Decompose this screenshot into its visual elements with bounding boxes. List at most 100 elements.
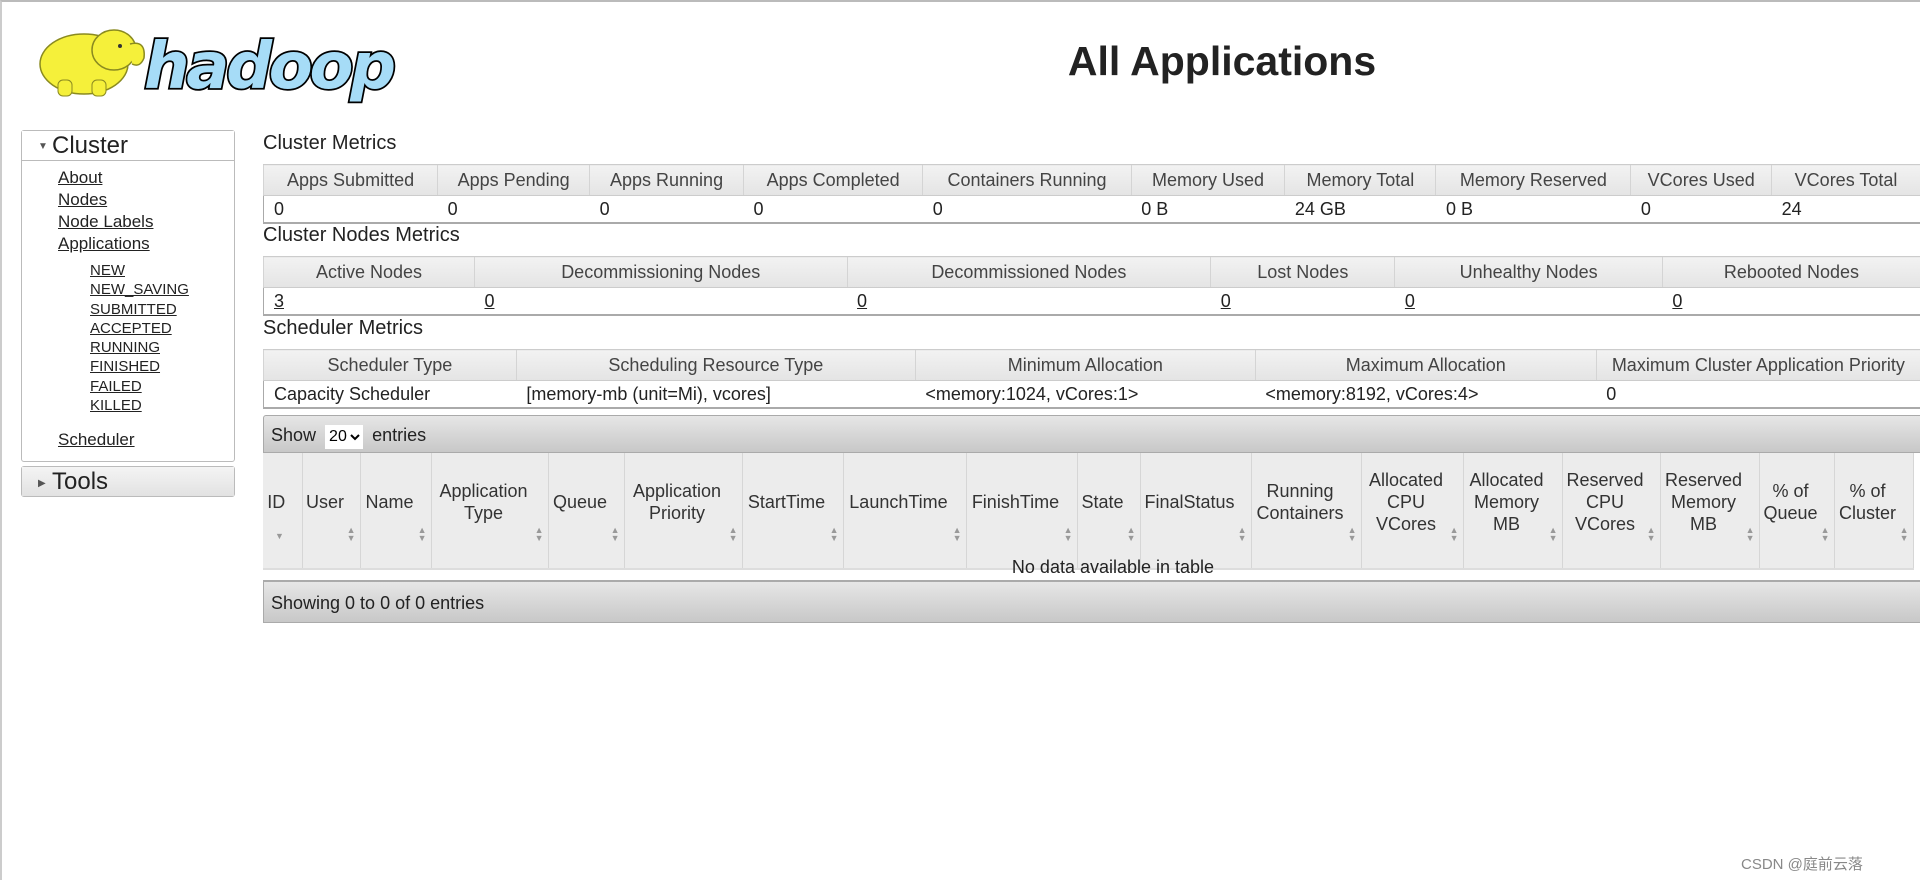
column-label: Allocated CPU VCores: [1368, 469, 1444, 534]
cluster-metrics-table: Apps Submitted Apps Pending Apps Running Ap…: [262, 164, 1920, 224]
nav-link-state-submitted[interactable]: SUBMITTED: [90, 301, 177, 318]
metric-cell: 0: [1394, 287, 1663, 316]
metric-header: Maximum Allocation: [1254, 349, 1597, 381]
metric-cell: 24 GB: [1284, 195, 1436, 224]
nav-link-state-new[interactable]: NEW: [90, 262, 125, 279]
metric-value: 0 B: [1445, 198, 1473, 219]
metric-link[interactable]: 0: [484, 291, 494, 311]
sort-icon: ▲ ▼: [1126, 525, 1136, 543]
column-label: % of Cluster: [1838, 480, 1896, 523]
metric-link[interactable]: 3: [274, 291, 284, 311]
metric-header: Scheduler Type: [263, 349, 517, 381]
column-label: Application Type: [439, 480, 528, 523]
metric-header: Rebooted Nodes: [1661, 256, 1920, 288]
metric-link[interactable]: 0: [1221, 291, 1231, 311]
metric-value: 0: [1606, 383, 1617, 404]
column-label: User: [305, 491, 344, 512]
metric-header: Memory Reserved: [1435, 164, 1631, 196]
nav-link-about[interactable]: About: [58, 168, 102, 187]
scheduler-metrics-table: Scheduler Type Scheduling Resource Type Mi…: [263, 349, 1920, 409]
nav-link-node-labels[interactable]: Node Labels: [58, 212, 153, 231]
metric-value: Capacity Scheduler: [274, 383, 431, 404]
nav-link-state-new-saving[interactable]: NEW_SAVING: [90, 281, 189, 298]
metric-header: Memory Used: [1130, 164, 1285, 196]
sort-icon: ▲ ▼: [534, 525, 544, 543]
tools-section: ▶ Tools: [21, 466, 235, 498]
nav-link-state-failed[interactable]: FAILED: [90, 378, 142, 395]
metric-cell: 0: [922, 195, 1132, 224]
tools-section-toggle[interactable]: ▶ Tools: [22, 467, 234, 497]
hadoop-wordmark: hadoop: [144, 30, 394, 104]
scheduler-metrics-title: Scheduler Metrics: [263, 317, 424, 339]
sort-icon: ▲ ▼: [1899, 525, 1909, 543]
column-label: State: [1081, 491, 1124, 512]
column-label: StartTime: [747, 491, 826, 512]
cluster-nodes-metrics-title: Cluster Nodes Metrics: [263, 224, 460, 246]
column-label: Name: [365, 491, 414, 512]
cluster-section: ▼ Cluster About Nodes Node Labels Applica…: [21, 130, 235, 463]
sort-icon: ▲ ▼: [1548, 525, 1558, 543]
column-label: % of Queue: [1763, 480, 1818, 523]
nav-link-state-killed[interactable]: KILLED: [90, 397, 142, 414]
column-label: ID: [267, 491, 286, 512]
sort-icon: ▲ ▼: [417, 525, 427, 543]
metric-header: Active Nodes: [263, 256, 475, 288]
metric-link[interactable]: 0: [1405, 291, 1415, 311]
metric-cell: 0: [847, 287, 1211, 316]
metric-value: 0: [1640, 198, 1651, 219]
nav-link-applications[interactable]: Applications: [58, 234, 150, 253]
sort-icon: ▲ ▼: [1063, 525, 1073, 543]
entries-label: entries: [372, 425, 427, 445]
metric-value: 0 B: [1141, 198, 1169, 219]
metric-header: Apps Pending: [437, 164, 590, 196]
cluster-section-toggle[interactable]: ▼ Cluster: [22, 131, 234, 160]
table-length-bar: Show 20 entries: [263, 415, 1920, 453]
sort-icon: ▲ ▼: [1820, 525, 1830, 543]
metric-link[interactable]: 0: [1672, 291, 1682, 311]
column-label: Application Priority: [632, 480, 722, 523]
metric-header: Scheduling Resource Type: [515, 349, 916, 381]
column-label: Allocated Memory MB: [1469, 469, 1544, 534]
cluster-metrics-title: Cluster Metrics: [263, 132, 397, 154]
metric-header: Apps Running: [589, 164, 744, 196]
table-info: Showing 0 to 0 of 0 entries: [271, 593, 485, 613]
sort-icon: ▲ ▼: [829, 525, 839, 543]
sort-desc-icon: ▼: [275, 531, 284, 541]
metric-cell: 24: [1771, 195, 1920, 224]
triangle-right-icon: ▶: [38, 477, 46, 489]
page-size-select[interactable]: 20: [325, 424, 364, 449]
nav-link-state-finished[interactable]: FINISHED: [90, 358, 160, 375]
column-label: FinalStatus: [1144, 491, 1235, 512]
metric-link[interactable]: 0: [857, 291, 867, 311]
metric-cell: Capacity Scheduler: [263, 380, 517, 409]
empty-table-message: No data available in table: [1011, 557, 1215, 577]
metric-header: Lost Nodes: [1210, 256, 1395, 288]
sort-icon: ▲ ▼: [1237, 525, 1247, 543]
metric-header: Apps Submitted: [262, 164, 438, 196]
triangle-down-icon: ▼: [38, 141, 48, 153]
metric-cell: 0 B: [1435, 195, 1631, 224]
metric-cell: 0: [1210, 287, 1395, 316]
table-info-bar: Showing 0 to 0 of 0 entries: [263, 580, 1920, 623]
metric-cell: 0: [437, 195, 590, 224]
metric-value: 0: [274, 198, 285, 219]
column-label: Running Containers: [1256, 480, 1344, 523]
sort-icon: ▲ ▼: [728, 525, 738, 543]
nav-link-state-accepted[interactable]: ACCEPTED: [90, 320, 172, 337]
metric-cell: 0: [1630, 195, 1772, 224]
sort-icon: ▲ ▼: [346, 525, 356, 543]
column-label: FinishTime: [971, 491, 1060, 512]
nav-link-scheduler[interactable]: Scheduler: [58, 430, 135, 449]
metric-header: Decommissioning Nodes: [473, 256, 848, 288]
metric-header: Decommissioned Nodes: [846, 256, 1211, 288]
nav-link-nodes[interactable]: Nodes: [58, 190, 107, 209]
sort-icon: ▲ ▼: [1347, 525, 1357, 543]
sort-icon: ▲ ▼: [1646, 525, 1656, 543]
cluster-label: Cluster: [52, 132, 129, 159]
metric-cell: <memory:1024, vCores:1>: [915, 380, 1256, 409]
nav-link-state-running[interactable]: RUNNING: [90, 339, 160, 356]
metric-cell: 3: [263, 287, 475, 316]
metric-cell: [memory-mb (unit=Mi), vcores]: [516, 380, 916, 409]
metric-header: Maximum Cluster Application Priority: [1595, 349, 1920, 381]
column-label: Reserved CPU VCores: [1566, 469, 1644, 534]
